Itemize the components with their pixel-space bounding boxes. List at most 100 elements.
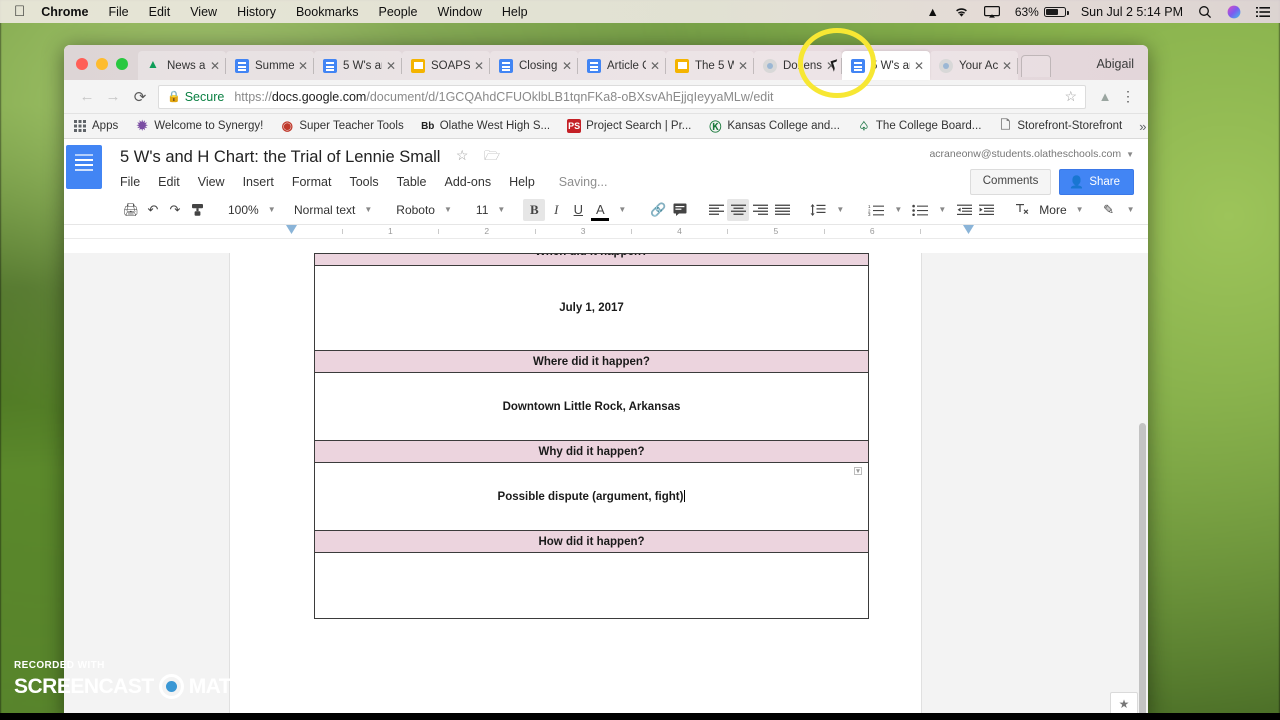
bookmark-college-board[interactable]: ♤ The College Board... bbox=[857, 119, 982, 133]
table-cell-answer-why[interactable]: Possible dispute (argument, fight) ▾ bbox=[314, 462, 869, 531]
table-cell-answer-how[interactable] bbox=[314, 552, 869, 619]
docs-menu-insert[interactable]: Insert bbox=[243, 175, 274, 189]
browser-tab[interactable]: News an ✕ bbox=[138, 51, 226, 80]
table-cell-question-how[interactable]: How did it happen? bbox=[314, 530, 869, 553]
document-page[interactable]: When did it happen? July 1, 2017 Where d… bbox=[230, 253, 921, 720]
close-tab-button[interactable]: ✕ bbox=[562, 59, 572, 73]
bookmark-apps[interactable]: Apps bbox=[73, 119, 118, 133]
close-tab-button[interactable]: ✕ bbox=[1002, 59, 1012, 73]
browser-tab[interactable]: 5 W's an ✕ bbox=[314, 51, 402, 80]
close-tab-button[interactable]: ✕ bbox=[386, 59, 396, 73]
new-tab-button[interactable] bbox=[1021, 55, 1051, 77]
back-arrow-icon[interactable]: ← bbox=[74, 88, 100, 105]
docs-menu-help[interactable]: Help bbox=[509, 175, 535, 189]
reload-icon[interactable]: ⟳ bbox=[126, 88, 154, 106]
redo-icon[interactable]: ↷ bbox=[164, 199, 186, 221]
battery-status[interactable]: 63% bbox=[1015, 5, 1069, 19]
close-tab-button[interactable]: ✕ bbox=[914, 59, 924, 73]
paragraph-style-dropdown[interactable]: Normal text ▼ bbox=[288, 199, 376, 221]
apple-icon[interactable]:  bbox=[14, 4, 25, 19]
paint-format-icon[interactable] bbox=[186, 199, 208, 221]
underline-button[interactable]: U bbox=[567, 199, 589, 221]
docs-menu-format[interactable]: Format bbox=[292, 175, 332, 189]
browser-tab[interactable]: The 5 W ✕ bbox=[666, 51, 754, 80]
undo-icon[interactable]: ↶ bbox=[142, 199, 164, 221]
numbered-list-icon[interactable]: 123 bbox=[865, 199, 887, 221]
docs-menu-table[interactable]: Table bbox=[397, 175, 427, 189]
right-indent-marker[interactable] bbox=[963, 225, 974, 234]
menu-file[interactable]: File bbox=[108, 5, 128, 19]
close-tab-button[interactable]: ✕ bbox=[210, 59, 220, 73]
chevron-down-icon[interactable]: ▼ bbox=[1120, 199, 1142, 221]
account-email-label[interactable]: acraneonw@students.olatheschools.com ▼ bbox=[929, 148, 1134, 160]
docs-menu-view[interactable]: View bbox=[198, 175, 225, 189]
bookmark-synergy[interactable]: ✹ Welcome to Synergy! bbox=[135, 118, 264, 133]
align-justify-icon[interactable] bbox=[771, 199, 793, 221]
wifi-icon[interactable] bbox=[954, 6, 969, 18]
bookmarks-overflow-button[interactable]: » bbox=[1139, 119, 1148, 134]
close-window-button[interactable] bbox=[76, 58, 88, 70]
star-icon[interactable]: ☆ bbox=[1058, 88, 1077, 105]
insert-link-icon[interactable]: 🔗 bbox=[647, 199, 669, 221]
menu-window[interactable]: Window bbox=[437, 5, 481, 19]
line-spacing-icon[interactable] bbox=[807, 199, 829, 221]
browser-tab[interactable]: Your Acc ✕ bbox=[930, 51, 1018, 80]
increase-indent-icon[interactable] bbox=[975, 199, 997, 221]
chevron-down-icon[interactable]: ▼ bbox=[829, 199, 851, 221]
font-family-dropdown[interactable]: Roboto ▼ bbox=[390, 199, 456, 221]
dropbox-icon[interactable]: ▲ bbox=[926, 5, 938, 19]
browser-tab-active[interactable]: 5 W's an ✕ bbox=[842, 51, 930, 80]
forward-arrow-icon[interactable]: → bbox=[100, 88, 126, 105]
docs-menu-file[interactable]: File bbox=[120, 175, 140, 189]
align-center-icon[interactable] bbox=[727, 198, 750, 221]
profile-name-label[interactable]: Abigail bbox=[1086, 57, 1148, 80]
align-left-icon[interactable] bbox=[705, 199, 727, 221]
menu-history[interactable]: History bbox=[237, 5, 276, 19]
bulleted-list-icon[interactable] bbox=[909, 199, 931, 221]
menu-bookmarks[interactable]: Bookmarks bbox=[296, 5, 359, 19]
document-canvas[interactable]: When did it happen? July 1, 2017 Where d… bbox=[64, 253, 1148, 720]
document-title[interactable]: 5 W's and H Chart: the Trial of Lennie S… bbox=[120, 148, 440, 167]
browser-tab[interactable]: SOAPST ✕ bbox=[402, 51, 490, 80]
bookmark-project-search[interactable]: PS Project Search | Pr... bbox=[567, 119, 691, 133]
close-tab-button[interactable]: ✕ bbox=[738, 59, 748, 73]
airplay-icon[interactable] bbox=[983, 5, 1000, 18]
menu-edit[interactable]: Edit bbox=[149, 5, 171, 19]
chevron-down-icon[interactable]: ▼ bbox=[611, 199, 633, 221]
menu-people[interactable]: People bbox=[379, 5, 418, 19]
five-ws-and-h-table[interactable]: When did it happen? July 1, 2017 Where d… bbox=[314, 253, 869, 619]
browser-tab[interactable]: Summer ✕ bbox=[226, 51, 314, 80]
docs-menu-edit[interactable]: Edit bbox=[158, 175, 180, 189]
browser-tab-dozens[interactable]: Dozens A ✕ bbox=[754, 51, 842, 80]
bookmark-olathe-west[interactable]: Bb Olathe West High S... bbox=[421, 119, 550, 133]
comments-button[interactable]: Comments bbox=[969, 169, 1052, 195]
bookmark-storefront[interactable]: 🗋 Storefront-Storefront bbox=[998, 118, 1123, 133]
clear-formatting-icon[interactable] bbox=[1011, 199, 1033, 221]
docs-menu-tools[interactable]: Tools bbox=[349, 175, 378, 189]
table-cell-question-why[interactable]: Why did it happen? bbox=[314, 440, 869, 463]
print-icon[interactable]: 🖨 bbox=[120, 199, 142, 221]
address-bar[interactable]: 🔒 Secure https://docs.google.com/documen… bbox=[158, 84, 1086, 109]
maximize-window-button[interactable] bbox=[116, 58, 128, 70]
decrease-indent-icon[interactable] bbox=[953, 199, 975, 221]
close-tab-button[interactable]: ✕ bbox=[298, 59, 308, 73]
minimize-window-button[interactable] bbox=[96, 58, 108, 70]
table-cell-question-where[interactable]: Where did it happen? bbox=[314, 350, 869, 373]
menu-view[interactable]: View bbox=[190, 5, 217, 19]
close-tab-button[interactable]: ✕ bbox=[650, 59, 660, 73]
menu-help[interactable]: Help bbox=[502, 5, 528, 19]
chevron-down-icon[interactable]: ▼ bbox=[887, 199, 909, 221]
pencil-edit-icon[interactable]: ✎ bbox=[1098, 199, 1120, 221]
menu-chrome[interactable]: Chrome bbox=[41, 5, 88, 19]
share-button[interactable]: 👤 Share bbox=[1059, 169, 1134, 195]
table-cell-question-when[interactable]: When did it happen? bbox=[314, 253, 869, 266]
cell-resize-handle[interactable]: ▾ bbox=[854, 467, 862, 475]
close-tab-button[interactable]: ✕ bbox=[826, 59, 836, 73]
align-right-icon[interactable] bbox=[749, 199, 771, 221]
browser-tab[interactable]: Closing S ✕ bbox=[490, 51, 578, 80]
font-size-dropdown[interactable]: 11 ▼ bbox=[470, 199, 509, 221]
add-comment-icon[interactable] bbox=[669, 199, 691, 221]
zoom-level-dropdown[interactable]: 100% ▼ bbox=[222, 199, 276, 221]
drive-extension-icon[interactable]: ▲ bbox=[1092, 89, 1118, 104]
table-cell-answer-where[interactable]: Downtown Little Rock, Arkansas bbox=[314, 372, 869, 441]
